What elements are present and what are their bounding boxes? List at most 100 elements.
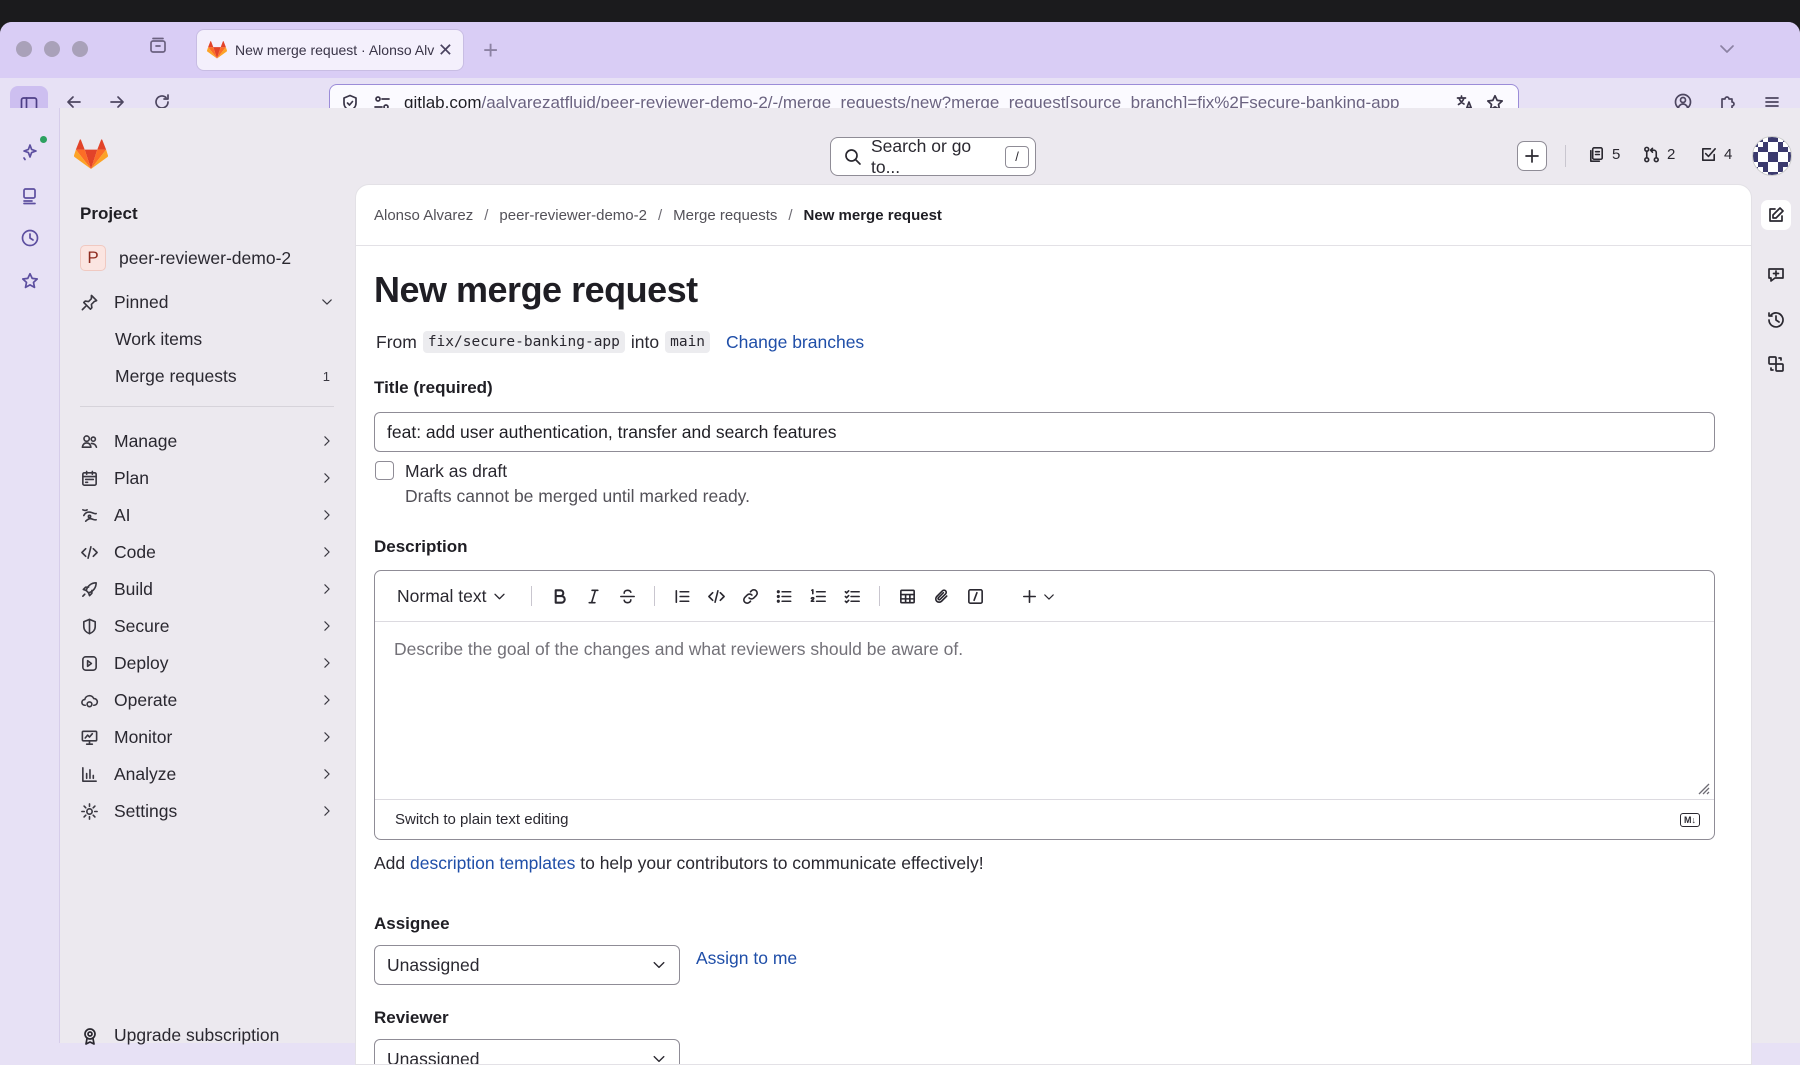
sidebar-item-manage[interactable]: Manage: [68, 424, 340, 458]
sidebar-item-settings[interactable]: Settings: [68, 794, 340, 828]
sidebar-item-operate[interactable]: Operate: [68, 683, 340, 717]
into-word: into: [630, 331, 660, 352]
synced-tabs-icon[interactable]: [20, 186, 40, 206]
issues-icon: [1589, 147, 1604, 162]
slash-command-icon: [968, 588, 983, 604]
bold-button[interactable]: [542, 587, 576, 606]
sidebar-item-deploy[interactable]: Deploy: [68, 646, 340, 680]
sidebar-item-label: Settings: [114, 800, 178, 821]
sidebar-item-code[interactable]: Code: [68, 535, 340, 569]
search-shortcut-key: /: [1005, 145, 1029, 168]
italic-button[interactable]: [576, 587, 610, 606]
attach-file-button[interactable]: [924, 587, 958, 606]
resize-grip-icon[interactable]: [1696, 781, 1710, 795]
breadcrumb-user[interactable]: Alonso Alvarez: [374, 207, 473, 224]
history-rail-icon[interactable]: [1766, 310, 1786, 330]
numbered-list-button[interactable]: [801, 587, 835, 606]
bookmarks-star-icon[interactable]: [20, 271, 40, 291]
sidebar-item-secure[interactable]: Secure: [68, 609, 340, 643]
text-style-dropdown[interactable]: Normal text: [397, 586, 507, 607]
tab-overview-icon[interactable]: [148, 36, 168, 56]
sidebar-divider: [80, 406, 334, 407]
templates-hint: Add description templates to help your c…: [374, 853, 984, 873]
gitlab-logo-icon[interactable]: [74, 139, 108, 170]
search-button[interactable]: Search or go to... /: [830, 136, 1036, 177]
topbar-divider: [1565, 145, 1566, 167]
new-tab-plus-icon[interactable]: +: [483, 35, 498, 66]
toolbar-separator: [654, 586, 656, 606]
comment-add-icon[interactable]: [1766, 265, 1786, 285]
plus-icon: [1525, 149, 1539, 163]
breadcrumb: Alonso Alvarez / peer-reviewer-demo-2 / …: [374, 207, 942, 224]
todos-counter-button[interactable]: 4: [1699, 145, 1732, 164]
breadcrumb-current[interactable]: New merge request: [804, 207, 942, 224]
strikethrough-button[interactable]: [610, 587, 644, 606]
sidebar-item-merge-requests[interactable]: Merge requests 1: [68, 359, 340, 393]
assignee-select[interactable]: Unassigned: [374, 945, 680, 985]
link-icon: [743, 588, 758, 604]
reviewer-value: Unassigned: [387, 1048, 480, 1065]
tab-new-merge-request[interactable]: New merge request · Alonso Alv ✕: [196, 29, 464, 71]
blockquote-button[interactable]: [665, 587, 699, 606]
cloud-gear-icon: [81, 694, 99, 707]
close-window-button[interactable]: [16, 41, 32, 57]
reviewer-select[interactable]: Unassigned: [374, 1039, 680, 1065]
chart-icon: [82, 766, 97, 782]
sidebar-pinned-toggle[interactable]: Pinned: [68, 285, 340, 319]
upgrade-subscription-link[interactable]: Upgrade subscription: [80, 1025, 279, 1046]
description-label: Description: [374, 537, 468, 556]
task-list-button[interactable]: [835, 587, 869, 606]
minimize-window-button[interactable]: [44, 41, 60, 57]
sidebar-item-ai[interactable]: AI: [68, 498, 340, 532]
chevron-right-icon: [324, 621, 330, 631]
issues-counter-button[interactable]: 5: [1587, 145, 1620, 164]
sidebar-item-analyze[interactable]: Analyze: [68, 757, 340, 791]
history-clock-icon[interactable]: [20, 228, 40, 248]
breadcrumb-merge-requests[interactable]: Merge requests: [673, 207, 777, 224]
issues-count: 5: [1612, 146, 1621, 163]
description-editor[interactable]: Normal text Describe the goal of the cha…: [374, 570, 1715, 840]
chevron-right-icon: [324, 547, 330, 557]
breadcrumb-project[interactable]: peer-reviewer-demo-2: [499, 207, 647, 224]
edit-panel-icon[interactable]: [1761, 200, 1791, 230]
sidebar-item-monitor[interactable]: Monitor: [68, 720, 340, 754]
link-button[interactable]: [733, 587, 767, 606]
merge-requests-count-badge: 1: [322, 368, 330, 384]
sidebar-item-label: Monitor: [114, 726, 173, 747]
assign-to-me-link[interactable]: Assign to me: [696, 948, 797, 969]
code-button[interactable]: [699, 587, 733, 606]
chevron-right-icon: [324, 658, 330, 668]
tab-title: New merge request · Alonso Alv: [235, 42, 435, 58]
plain-text-toggle[interactable]: Switch to plain text editing: [395, 811, 568, 828]
user-avatar[interactable]: [1752, 136, 1792, 176]
chevron-down-icon: [322, 299, 332, 305]
sidebar-item-build[interactable]: Build: [68, 572, 340, 606]
project-name: peer-reviewer-demo-2: [119, 247, 292, 268]
sidebar-project-link[interactable]: P peer-reviewer-demo-2: [68, 241, 340, 275]
slash-commands-button[interactable]: [958, 587, 992, 606]
insert-more-button[interactable]: [1013, 587, 1063, 606]
tab-list-chevron-icon[interactable]: [1717, 39, 1737, 59]
draft-label[interactable]: Mark as draft: [405, 461, 507, 482]
table-button[interactable]: [890, 587, 924, 606]
change-branches-link[interactable]: Change branches: [726, 332, 864, 353]
bullet-list-button[interactable]: [767, 587, 801, 606]
merge-requests-counter-button[interactable]: 2: [1642, 145, 1675, 164]
chevron-right-icon: [324, 806, 330, 816]
chevron-down-icon: [653, 1055, 665, 1063]
shield-icon: [82, 618, 97, 634]
compare-rail-icon[interactable]: [1766, 354, 1786, 374]
sidebar-item-plan[interactable]: Plan: [68, 461, 340, 495]
draft-checkbox[interactable]: [375, 461, 394, 480]
title-input[interactable]: [374, 412, 1715, 452]
description-templates-link[interactable]: description templates: [410, 853, 575, 873]
page-title: New merge request: [374, 269, 698, 310]
chevron-right-icon: [324, 436, 330, 446]
tab-close-icon[interactable]: ✕: [438, 40, 453, 61]
ai-sparkle-icon[interactable]: [20, 142, 40, 162]
calendar-icon: [82, 470, 97, 486]
create-new-button[interactable]: [1517, 141, 1547, 171]
zoom-window-button[interactable]: [72, 41, 88, 57]
sidebar-item-work-items[interactable]: Work items: [68, 322, 340, 356]
table-icon: [900, 589, 915, 603]
